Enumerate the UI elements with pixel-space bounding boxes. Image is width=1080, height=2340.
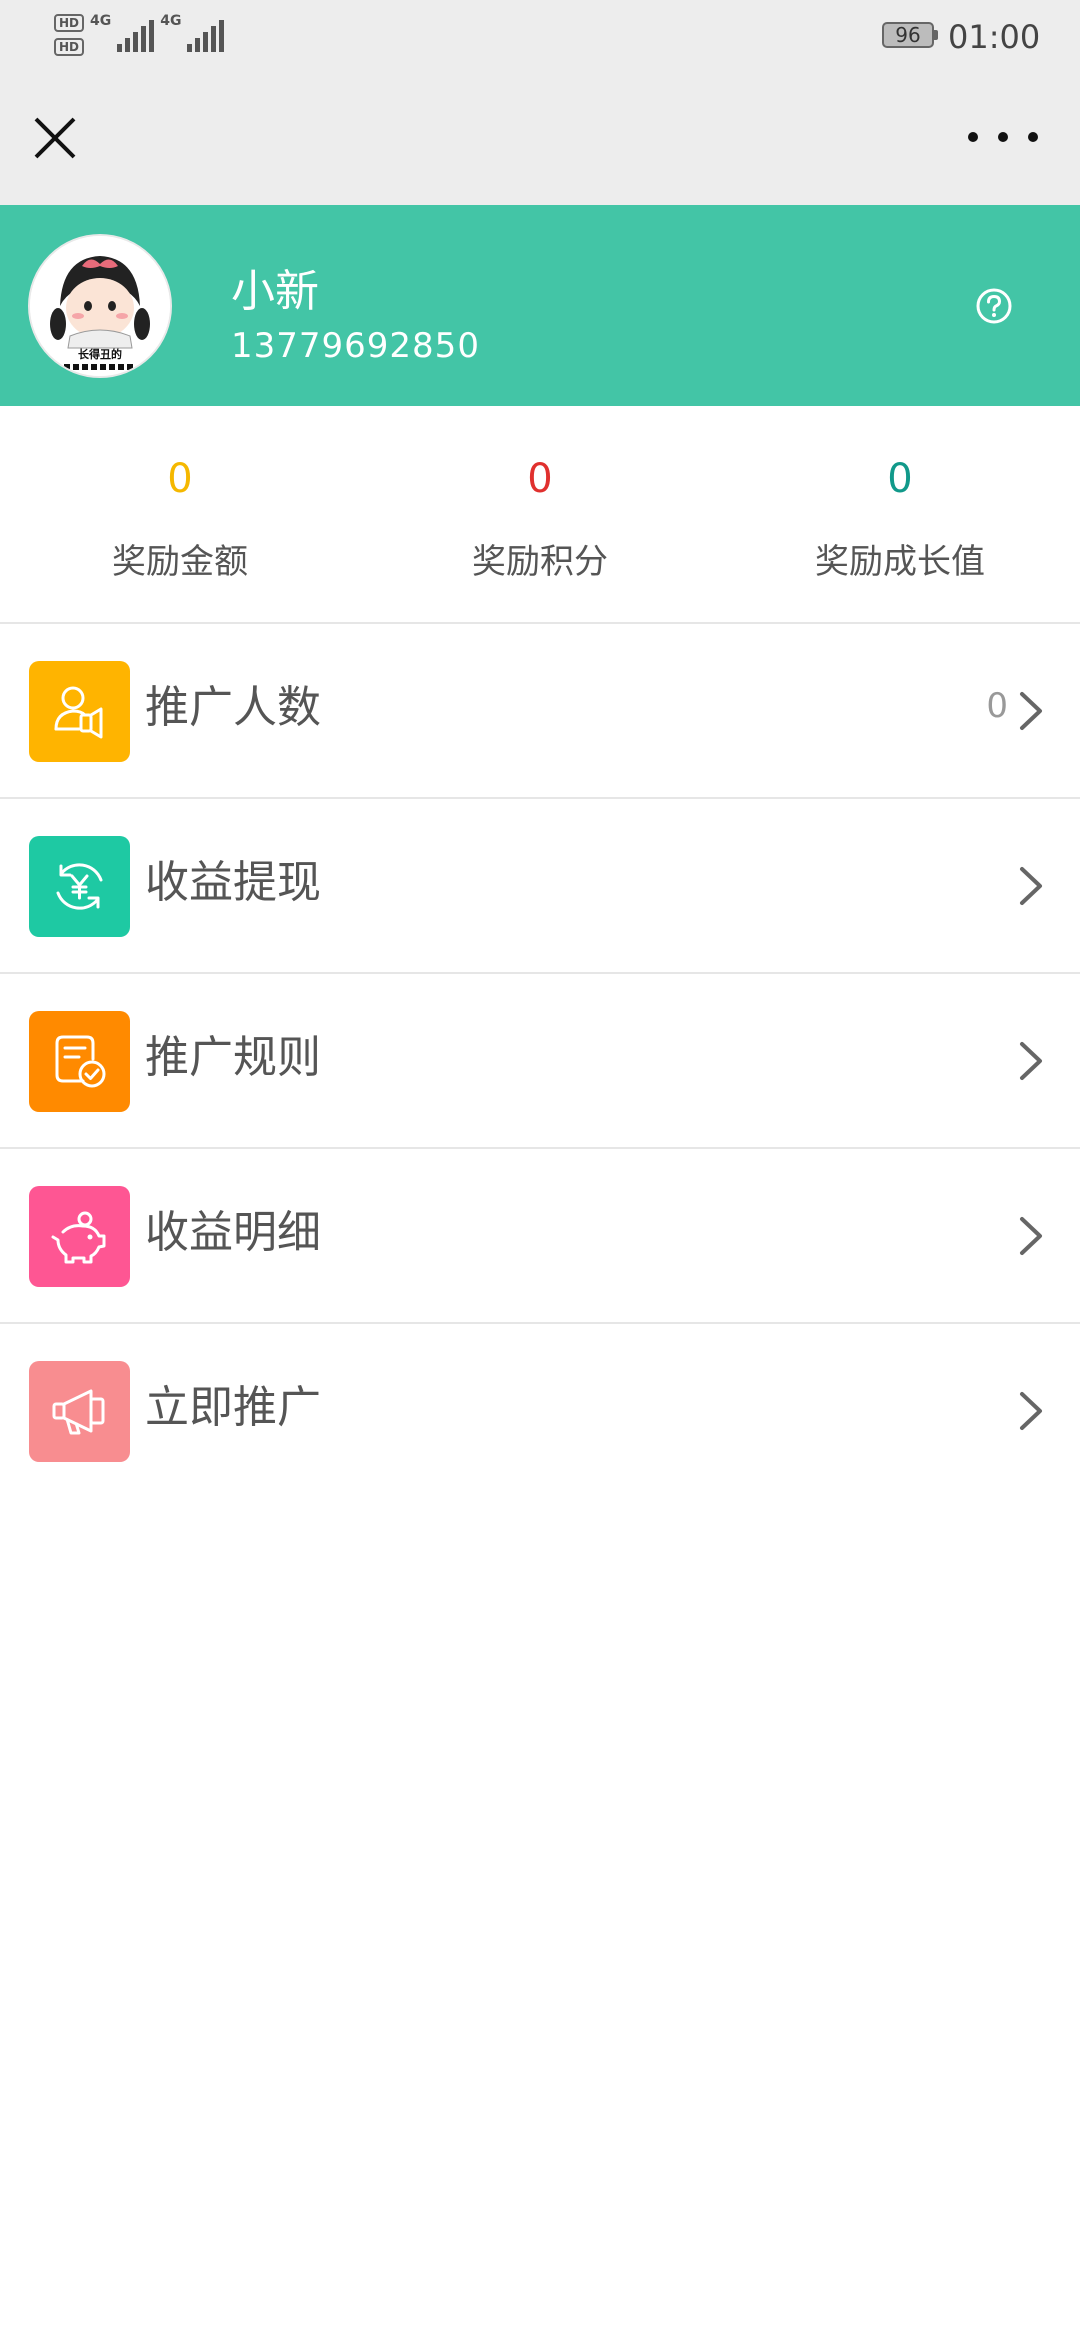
- more-dot-icon: [968, 132, 978, 142]
- avatar-image: 长得丑的: [30, 236, 170, 376]
- menu-list: 推广人数 0 收益提现 推广规则 收益明细 立即推广: [0, 624, 1080, 1499]
- menu-label: 推广人数: [145, 682, 321, 733]
- yuan-exchange-icon: [29, 836, 130, 937]
- help-button[interactable]: [975, 287, 1013, 325]
- question-icon: [976, 288, 1012, 324]
- battery-icon: 96: [882, 22, 934, 48]
- chevron-right-icon: [1020, 692, 1042, 730]
- sim2-hd-badge: HD: [54, 38, 85, 56]
- profile-header: 长得丑的 小新 13779692850: [0, 205, 1080, 406]
- close-icon: [34, 117, 76, 159]
- status-bar: HD HD 4G 4G 96 01:00: [0, 0, 1080, 75]
- stat-value: 0: [167, 456, 193, 502]
- battery-cap: [934, 30, 938, 40]
- menu-label: 立即推广: [145, 1382, 321, 1433]
- more-dot-icon: [998, 132, 1008, 142]
- document-check-icon: [29, 1011, 130, 1112]
- stat-reward-growth[interactable]: 0 奖励成长值: [720, 406, 1080, 622]
- signal-strength-icon: [117, 18, 155, 52]
- more-button[interactable]: [968, 117, 1038, 157]
- battery-level: 96: [895, 23, 921, 47]
- megaphone-icon: [29, 1361, 130, 1462]
- chevron-right-icon: [1020, 1392, 1042, 1430]
- piggy-bank-icon: [29, 1186, 130, 1287]
- status-time: 01:00: [948, 18, 1041, 56]
- stat-label: 奖励积分: [472, 542, 608, 582]
- chevron-right-icon: [1020, 1042, 1042, 1080]
- signal-indicators: HD HD 4G 4G: [54, 13, 225, 56]
- reward-stats: 0 奖励金额 0 奖励积分 0 奖励成长值: [0, 406, 1080, 624]
- menu-item-earnings-detail[interactable]: 收益明细: [0, 1149, 1080, 1324]
- user-name: 小新: [231, 266, 319, 317]
- stat-value: 0: [887, 456, 913, 502]
- stat-label: 奖励金额: [112, 542, 248, 582]
- menu-item-withdraw[interactable]: 收益提现: [0, 799, 1080, 974]
- stat-label: 奖励成长值: [815, 542, 985, 582]
- menu-item-promotion-count[interactable]: 推广人数 0: [0, 624, 1080, 799]
- user-phone: 13779692850: [231, 326, 480, 366]
- promotion-count: 0: [986, 686, 1008, 726]
- avatar[interactable]: 长得丑的: [28, 234, 172, 378]
- sim1-hd-badge: HD: [54, 14, 85, 32]
- nav-bar: [0, 75, 1080, 205]
- menu-label: 收益提现: [145, 857, 321, 908]
- network1-type: 4G: [90, 13, 112, 29]
- stat-value: 0: [527, 456, 553, 502]
- avatar-caption: 长得丑的: [78, 347, 122, 361]
- signal-strength-icon-2: [187, 18, 225, 52]
- menu-label: 推广规则: [145, 1032, 321, 1083]
- stat-reward-amount[interactable]: 0 奖励金额: [0, 406, 360, 622]
- more-dot-icon: [1028, 132, 1038, 142]
- chevron-right-icon: [1020, 1217, 1042, 1255]
- chevron-right-icon: [1020, 867, 1042, 905]
- stat-reward-points[interactable]: 0 奖励积分: [360, 406, 720, 622]
- network2-type: 4G: [160, 13, 182, 29]
- person-speaker-icon: [29, 661, 130, 762]
- close-button[interactable]: [26, 109, 84, 167]
- menu-label: 收益明细: [145, 1207, 321, 1258]
- menu-item-rules[interactable]: 推广规则: [0, 974, 1080, 1149]
- menu-item-promote-now[interactable]: 立即推广: [0, 1324, 1080, 1499]
